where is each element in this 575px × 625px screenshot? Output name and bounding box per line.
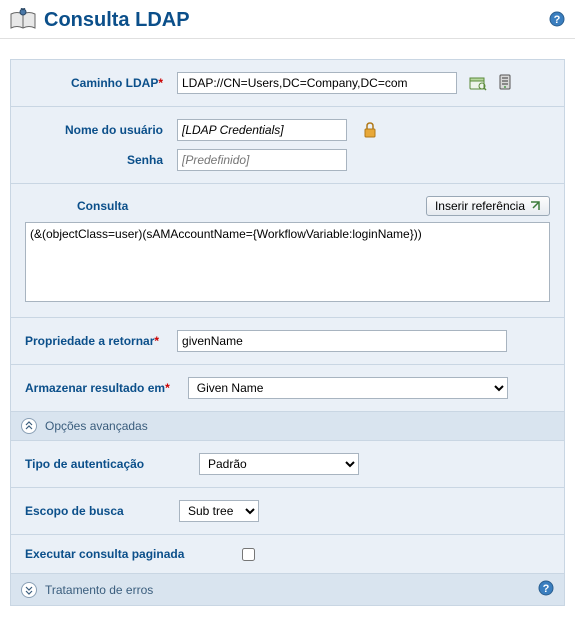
lookup-icon[interactable] [469,75,487,91]
insert-reference-label: Inserir referência [435,199,525,213]
property-return-input[interactable] [177,330,507,352]
popup-arrow-icon [529,200,541,212]
server-icon[interactable] [497,74,513,92]
property-return-label: Propriedade a retornar* [25,334,171,348]
svg-text:?: ? [554,14,561,26]
auth-type-select[interactable]: Padrão [199,453,359,475]
paged-query-label: Executar consulta paginada [25,547,196,561]
password-input[interactable] [177,149,347,171]
password-label: Senha [25,153,171,167]
store-result-label: Armazenar resultado em* [25,381,182,395]
chevron-up-icon[interactable] [21,418,37,434]
lock-icon[interactable] [363,122,377,138]
paged-query-checkbox[interactable] [242,548,255,561]
error-handling-header[interactable]: Tratamento de erros ? [11,573,564,605]
search-scope-select[interactable]: Sub tree [179,500,259,522]
page-title: Consulta LDAP [44,9,549,32]
query-label: Consulta [25,199,136,213]
insert-reference-button[interactable]: Inserir referência [426,196,550,216]
store-result-section: Armazenar resultado em* Given Name [11,364,564,411]
auth-type-section: Tipo de autenticação Padrão [11,440,564,487]
property-return-section: Propriedade a retornar* [11,317,564,364]
username-label: Nome do usuário [25,123,171,137]
username-input[interactable] [177,119,347,141]
query-section: Consulta Inserir referência (&(objectCla… [11,183,564,317]
search-scope-label: Escopo de busca [25,504,173,518]
credentials-section: Nome do usuário Senha [11,106,564,183]
store-result-select[interactable]: Given Name [188,377,508,399]
query-textarea[interactable]: (&(objectClass=user)(sAMAccountName={Wor… [25,222,550,302]
advanced-options-title: Opções avançadas [45,419,148,433]
advanced-options-header[interactable]: Opções avançadas [11,411,564,440]
auth-type-label: Tipo de autenticação [25,457,193,471]
dialog-header: Consulta LDAP ? [0,0,575,39]
chevron-down-icon[interactable] [21,582,37,598]
search-scope-section: Escopo de busca Sub tree [11,487,564,534]
ldap-path-section: Caminho LDAP* [11,60,564,106]
config-panel: Caminho LDAP* [10,59,565,606]
ldap-book-icon [10,8,36,32]
svg-text:?: ? [543,583,550,595]
ldap-path-label: Caminho LDAP* [25,76,171,90]
help-icon[interactable]: ? [538,580,554,599]
help-icon[interactable]: ? [549,11,565,30]
paged-query-section: Executar consulta paginada [11,534,564,573]
ldap-path-input[interactable] [177,72,457,94]
error-handling-title: Tratamento de erros [45,583,153,597]
